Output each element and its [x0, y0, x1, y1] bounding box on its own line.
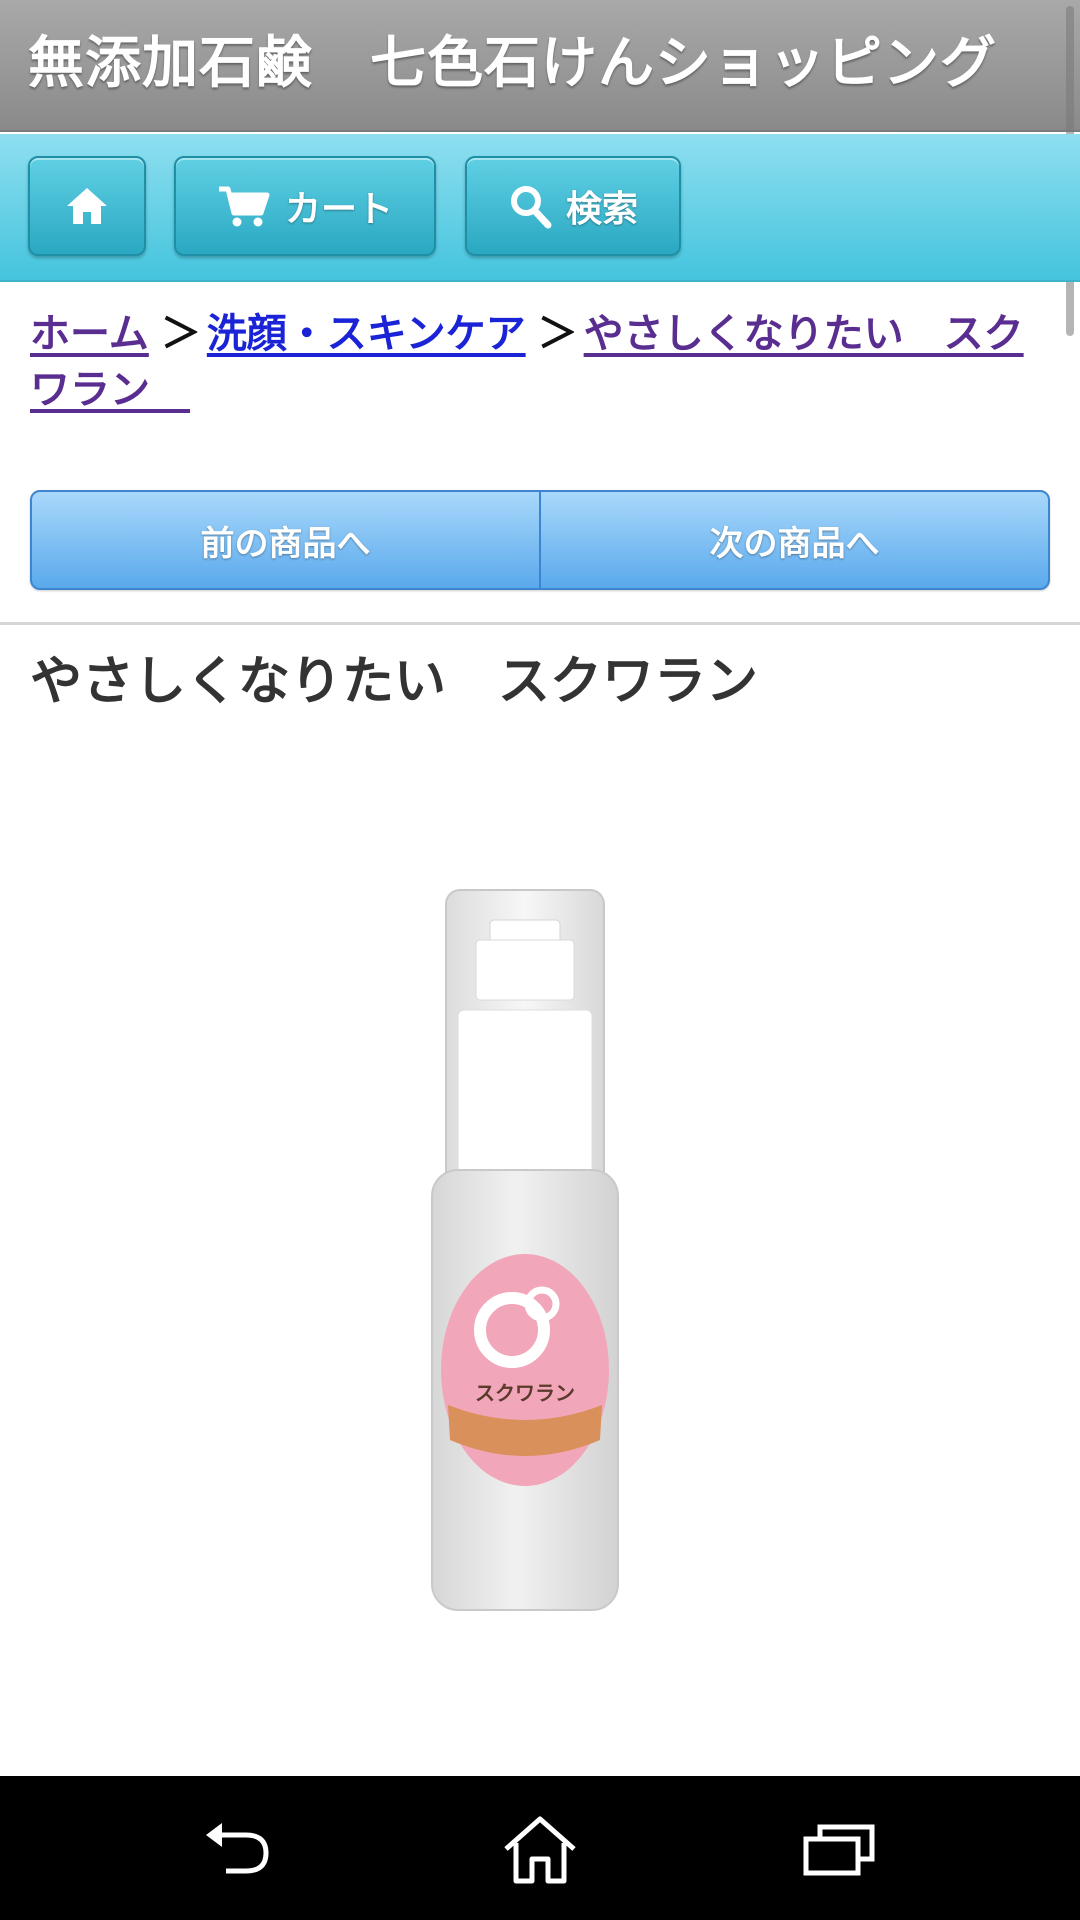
cart-icon: [217, 183, 271, 229]
cart-button[interactable]: カート: [174, 156, 436, 256]
breadcrumb-category-link[interactable]: 洗顔・スキンケア: [207, 311, 526, 357]
back-icon: [200, 1819, 280, 1883]
page: 無添加石鹸 七色石けんショッピング カート 検索 ホーム ＞ 洗顔・スキンケア …: [0, 0, 1080, 1920]
recent-apps-icon: [802, 1821, 878, 1881]
system-navigation-bar: [0, 1776, 1080, 1920]
breadcrumb: ホーム＞洗顔・スキンケア＞やさしくなりたい スクワラン: [30, 306, 1040, 418]
home-button[interactable]: [28, 156, 146, 256]
home-icon: [64, 184, 110, 228]
product-label-name: スクワラン: [475, 1381, 575, 1405]
breadcrumb-separator: ＞: [537, 311, 578, 357]
product-image[interactable]: スクワラン: [420, 880, 630, 1620]
breadcrumb-home-link[interactable]: ホーム: [30, 311, 149, 357]
home-nav-button[interactable]: [485, 1806, 595, 1896]
divider: [0, 622, 1080, 625]
search-icon: [508, 183, 552, 229]
site-title: 無添加石鹸 七色石けんショッピング: [0, 0, 1080, 132]
product-title: やさしくなりたい スクワラン: [30, 652, 759, 712]
search-label: 検索: [565, 189, 638, 230]
product-pager: 前の商品へ 次の商品へ: [30, 490, 1050, 590]
breadcrumb-separator: ＞: [160, 311, 201, 357]
prev-product-button[interactable]: 前の商品へ: [32, 492, 539, 588]
search-button[interactable]: 検索: [465, 156, 681, 256]
toolbar: カート 検索: [0, 134, 1080, 282]
recent-apps-button[interactable]: [785, 1806, 895, 1896]
next-product-button[interactable]: 次の商品へ: [539, 492, 1048, 588]
back-button[interactable]: [185, 1806, 295, 1896]
cart-label: カート: [284, 189, 393, 230]
home-outline-icon: [500, 1813, 580, 1889]
